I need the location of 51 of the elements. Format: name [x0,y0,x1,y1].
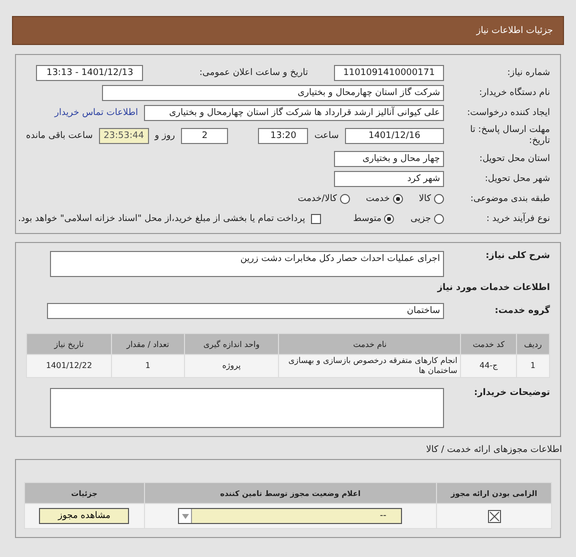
field-label: تاریخ و ساعت اعلان عمومی: [199,68,308,78]
field-label: شهر محل تحویل: [484,174,550,184]
payment-note: پرداخت تمام یا بخشی از مبلغ خرید،از محل "اسناد خزانه اسلامی" خواهد بود. [18,214,306,224]
table-cell: 1 [112,355,184,377]
column-header: ردیف [516,334,549,354]
radio-button[interactable]: کالا/خدمت [298,194,350,204]
column-header: نام خدمت [279,334,460,354]
field-label: نام دستگاه خریدار: [478,88,550,98]
days-field: 2 [181,128,228,144]
column-header: تاریخ نیاز [27,334,111,354]
view-permit-button[interactable]: مشاهده مجوز [39,508,130,524]
status-dropdown[interactable]: -- [178,508,402,524]
table-cell: انجام کارهای متفرقه درخصوص بازسازی و بهسازی ساختمان ها [279,355,460,377]
radio-button[interactable]: کالا [418,194,444,204]
radio-button[interactable]: متوسط [353,214,394,224]
field-label: نوع فرآیند خرید : [485,214,550,224]
deadline-time-field: 13:20 [258,128,308,144]
field-label: استان محل تحویل: [478,154,550,164]
field-label: مهلت ارسال پاسخ: تا تاریخ: [469,125,550,147]
remaining-time-field: 23:53:44 [98,128,149,144]
buyer-contact-link[interactable]: اطلاعات تماس خریدار [54,108,138,118]
field-label: ساعت [314,131,339,141]
column-header: واحد اندازه گیری [184,334,278,354]
need-number-field: 1101091410000171 [334,65,444,81]
radio-button[interactable]: خدمت [366,194,403,204]
section-title: اطلاعات خدمات مورد نیاز [436,283,550,293]
field-label: طبقه بندی موضوعی: [469,194,550,204]
field-label: گروه خدمت: [494,306,550,316]
announce-date-field: 1401/12/13 - 13:13 [36,65,144,81]
column-header: تعداد / مقدار [112,334,184,354]
field-label: توضیحات خریدار: [473,388,550,398]
field-label: شرح کلی نیاز: [484,251,550,261]
table-cell: پروژه [184,355,278,377]
column-header: کد خدمت [461,334,516,354]
city-field: شهر کرد [334,171,444,187]
page-title: جزئیات اطلاعات نیاز [476,26,553,36]
field-label: ساعت باقی مانده [26,131,93,141]
table-cell: 1401/12/22 [27,355,111,377]
section-title: اطلاعات مجوزهای ارائه خدمت / کالا [425,445,562,455]
field-label: شماره نیاز: [506,68,550,78]
service-group-field: ساختمان [47,303,444,319]
table-cell: ج-44 [461,355,516,377]
table-cell: 1 [516,355,549,377]
province-field: چهار محال و بختیاری [334,151,444,167]
buyer-org-field: شرکت گاز استان چهارمحال و بختیاری [102,85,444,101]
requester-field: علی کیوانی آنالیز ارشد قرارداد ها شرکت گاز استان چهارمحال و بختیاری [144,105,444,121]
radio-button[interactable]: جزیی [410,214,444,224]
deadline-date-field: 1401/12/16 [344,128,444,144]
field-label: روز و [154,131,176,141]
description-field: اجرای عملیات احداث حصار دکل مخابرات دشت زرین [50,251,444,277]
field-label: ایجاد کننده درخواست: [466,108,550,118]
